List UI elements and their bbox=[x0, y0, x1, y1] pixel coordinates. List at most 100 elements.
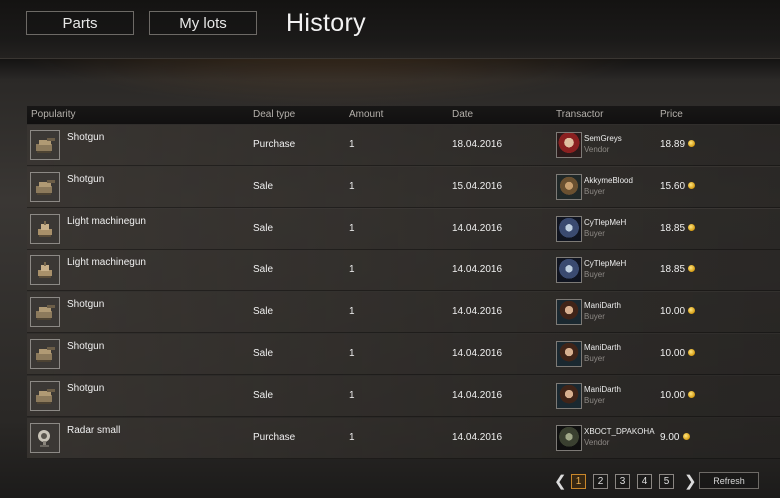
table-row[interactable]: Shotgun Sale 1 14.04.2016 ManiDarth Buyer 10.0… bbox=[27, 334, 780, 375]
parts-button[interactable]: Parts bbox=[26, 11, 134, 35]
avatar[interactable] bbox=[556, 257, 582, 284]
table-row[interactable]: Shotgun Sale 1 14.04.2016 ManiDarth Buyer 10.0… bbox=[27, 292, 780, 334]
item-thumbnail bbox=[30, 255, 60, 286]
date: 14.04.2016 bbox=[452, 306, 503, 318]
item-thumbnail bbox=[30, 380, 60, 411]
table-row[interactable]: Shotgun Purchase 1 18.04.2016 SemGreys Vendor… bbox=[27, 125, 780, 166]
date: 14.04.2016 bbox=[452, 389, 503, 401]
top-bar: Parts My lots History bbox=[0, 0, 780, 59]
page-4-button[interactable]: 4 bbox=[637, 474, 652, 489]
item-name: Shotgun bbox=[67, 132, 105, 143]
deal-type: Sale bbox=[253, 348, 274, 359]
price: 10.00 bbox=[660, 306, 686, 318]
transactor-role: Vendor bbox=[584, 437, 610, 447]
table-row[interactable]: Light machinegun Sale 1 14.04.2016 CyTlepMeH… bbox=[27, 250, 780, 292]
avatar[interactable] bbox=[556, 173, 582, 200]
item-name: Light machinegun bbox=[67, 215, 146, 227]
transactor-name[interactable]: XBOCT_DPAKOHA bbox=[584, 427, 655, 436]
page-5-button[interactable]: 5 bbox=[659, 474, 674, 489]
deal-type: Purchase bbox=[253, 139, 296, 150]
item-thumbnail bbox=[30, 130, 60, 160]
column-header-transactor[interactable]: Transactor bbox=[556, 109, 603, 120]
transactor-name[interactable]: CyTlepMeH bbox=[584, 259, 626, 268]
date: 14.04.2016 bbox=[452, 222, 503, 234]
coin-icon bbox=[688, 223, 695, 231]
transactor-role: Buyer bbox=[584, 186, 605, 196]
refresh-button[interactable]: Refresh bbox=[699, 472, 759, 489]
amount: 1 bbox=[349, 264, 355, 276]
transactor-role: Buyer bbox=[584, 312, 605, 322]
table-row[interactable]: Radar small Purchase 1 14.04.2016 XBOCT_DPAK… bbox=[27, 417, 780, 459]
amount: 1 bbox=[349, 306, 355, 318]
amount: 1 bbox=[349, 348, 355, 359]
date: 14.04.2016 bbox=[452, 348, 503, 359]
transactor-name[interactable]: CyTlepMeH bbox=[584, 218, 626, 227]
item-name: Shotgun bbox=[67, 341, 105, 352]
amount: 1 bbox=[349, 389, 355, 401]
coin-icon bbox=[688, 307, 695, 315]
transactor-name[interactable]: ManiDarth bbox=[584, 343, 621, 352]
deal-type: Sale bbox=[253, 180, 274, 192]
transactor-role: Buyer bbox=[584, 228, 605, 238]
item-name: Shotgun bbox=[67, 382, 105, 394]
date: 15.04.2016 bbox=[452, 180, 503, 192]
table-row[interactable]: Shotgun Sale 1 14.04.2016 ManiDarth Buyer 10.0… bbox=[27, 375, 780, 417]
chevron-left-icon[interactable]: ❮ bbox=[554, 474, 567, 489]
price: 18.85 bbox=[660, 222, 686, 234]
page-title: History bbox=[286, 9, 366, 37]
chevron-right-icon[interactable]: ❯ bbox=[684, 474, 697, 489]
item-name: Light machinegun bbox=[67, 257, 146, 269]
deal-type: Sale bbox=[253, 306, 274, 318]
amount: 1 bbox=[349, 431, 355, 443]
avatar[interactable] bbox=[556, 215, 582, 242]
deal-type: Sale bbox=[253, 264, 274, 276]
date: 14.04.2016 bbox=[452, 264, 503, 276]
avatar[interactable] bbox=[556, 341, 582, 367]
price: 10.00 bbox=[660, 389, 686, 401]
price: 10.00 bbox=[660, 348, 686, 359]
avatar[interactable] bbox=[556, 132, 582, 158]
page-1-button[interactable]: 1 bbox=[571, 474, 586, 489]
page-2-button[interactable]: 2 bbox=[593, 474, 608, 489]
coin-icon bbox=[688, 349, 695, 356]
transactor-role: Buyer bbox=[584, 354, 605, 363]
item-name: Radar small bbox=[67, 424, 121, 436]
transactor-name[interactable]: ManiDarth bbox=[584, 301, 621, 310]
transactor-name[interactable]: ManiDarth bbox=[584, 385, 621, 394]
column-header-price[interactable]: Price bbox=[660, 109, 683, 120]
transactor-name[interactable]: SemGreys bbox=[584, 134, 622, 143]
item-name: Shotgun bbox=[67, 299, 105, 311]
transactor-role: Vendor bbox=[584, 145, 610, 154]
amount: 1 bbox=[349, 222, 355, 234]
coin-icon bbox=[688, 181, 695, 189]
item-name: Shotgun bbox=[67, 173, 105, 185]
transactor-role: Buyer bbox=[584, 395, 605, 405]
date: 18.04.2016 bbox=[452, 139, 503, 150]
column-header-deal-type[interactable]: Deal type bbox=[253, 109, 295, 120]
amount: 1 bbox=[349, 139, 355, 150]
coin-icon bbox=[683, 432, 690, 440]
column-header-item[interactable]: Popularity bbox=[31, 109, 75, 120]
coin-icon bbox=[688, 140, 695, 147]
item-thumbnail bbox=[30, 171, 60, 202]
deal-type: Sale bbox=[253, 222, 274, 234]
item-thumbnail bbox=[30, 339, 60, 369]
column-header-amount[interactable]: Amount bbox=[349, 109, 383, 120]
transactor-name[interactable]: AkkymeBlood bbox=[584, 176, 633, 185]
deal-type: Sale bbox=[253, 389, 274, 401]
page-3-button[interactable]: 3 bbox=[615, 474, 630, 489]
amount: 1 bbox=[349, 180, 355, 192]
item-thumbnail bbox=[30, 213, 60, 244]
transactor-role: Buyer bbox=[584, 270, 605, 280]
price: 15.60 bbox=[660, 180, 686, 192]
my-lots-button[interactable]: My lots bbox=[149, 11, 257, 35]
column-header-date[interactable]: Date bbox=[452, 109, 473, 120]
avatar[interactable] bbox=[556, 424, 582, 451]
avatar[interactable] bbox=[556, 299, 582, 326]
avatar[interactable] bbox=[556, 382, 582, 409]
table-row[interactable]: Light machinegun Sale 1 14.04.2016 CyTlepMeH… bbox=[27, 208, 780, 250]
table-header: Popularity Deal type Amount Date Transac… bbox=[27, 106, 780, 124]
table-row[interactable]: Shotgun Sale 1 15.04.2016 AkkymeBlood Buyer 15… bbox=[27, 166, 780, 208]
date: 14.04.2016 bbox=[452, 431, 503, 443]
item-thumbnail bbox=[30, 422, 60, 453]
